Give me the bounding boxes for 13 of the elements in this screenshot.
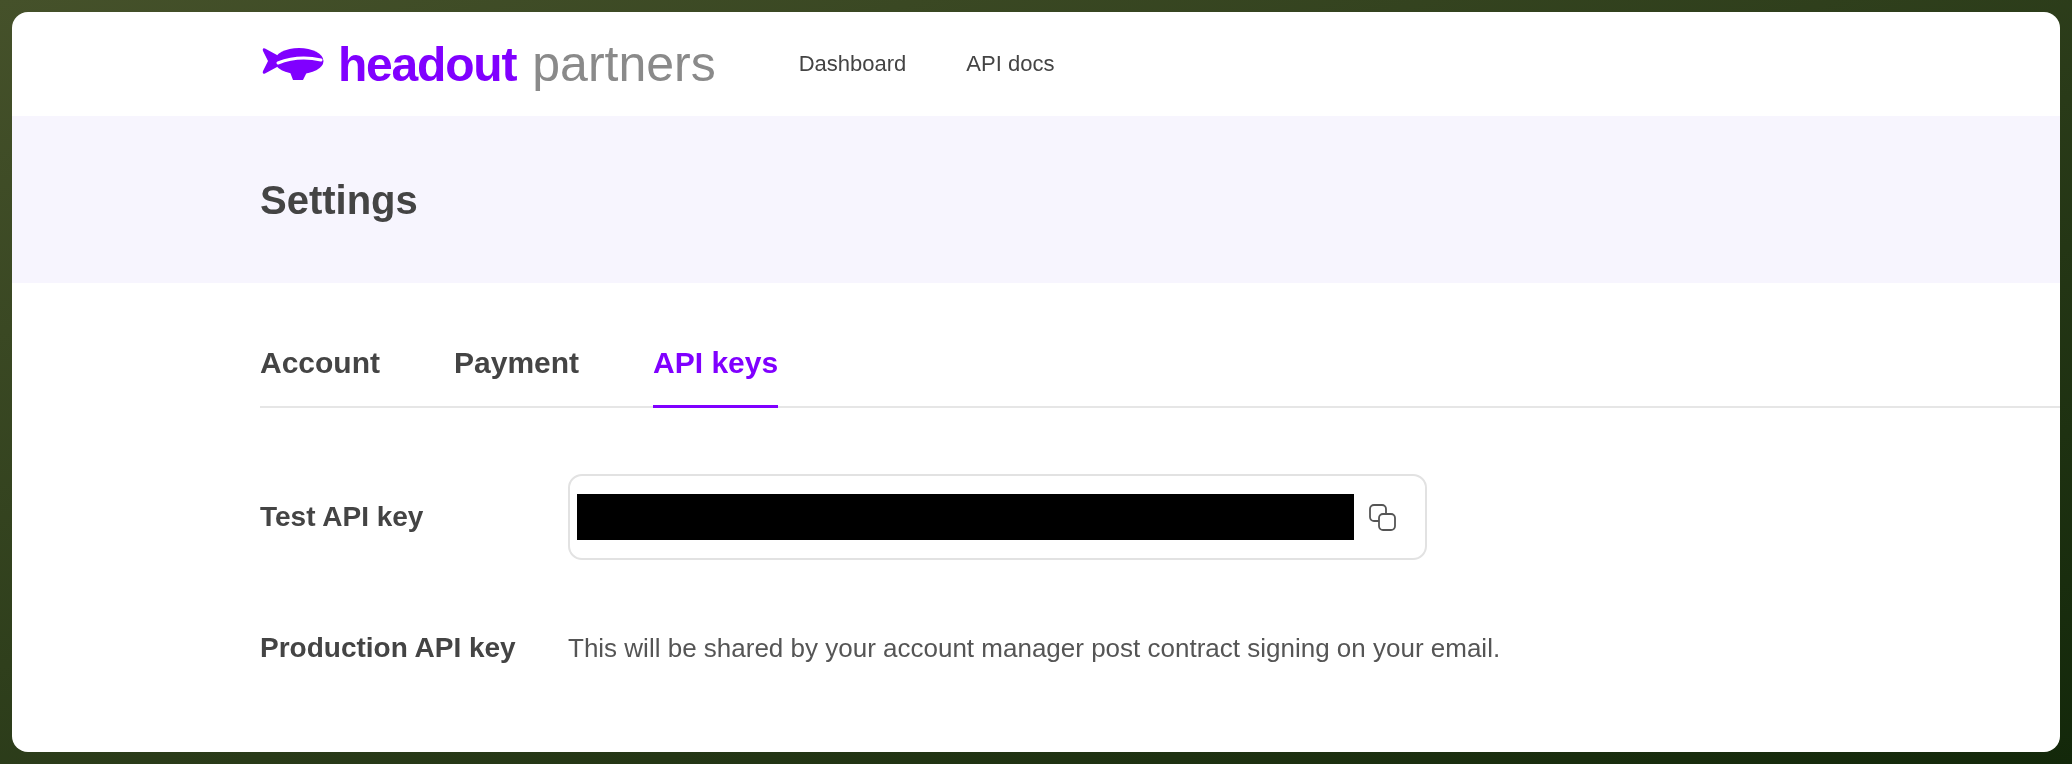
logo-subtitle: partners (532, 39, 716, 89)
copy-icon[interactable] (1369, 503, 1396, 531)
nav-link[interactable]: Dashboard (798, 50, 907, 78)
settings-tab[interactable]: Payment (454, 345, 580, 408)
nav-link[interactable]: API docs (966, 50, 1055, 78)
field-label: Production API key (260, 631, 517, 665)
blimp-icon (260, 46, 324, 82)
field-label: Test API key (260, 500, 425, 534)
logo-wordmark: headout (338, 41, 517, 89)
field-description: This will be shared by your account manager post contract signing on your email. (568, 632, 1502, 665)
settings-tab[interactable]: API keys (653, 345, 779, 408)
settings-tab[interactable]: Account (260, 345, 380, 408)
page-title: Settings (260, 176, 418, 224)
